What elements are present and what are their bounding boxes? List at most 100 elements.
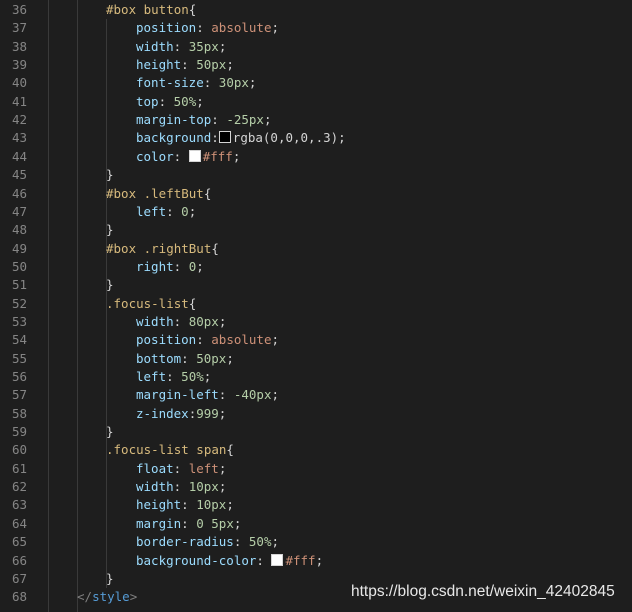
line-number: 53	[11, 313, 27, 329]
color-swatch-icon[interactable]	[271, 553, 284, 566]
code-line[interactable]: 50 right: 0;	[0, 258, 632, 276]
code-token: {	[211, 240, 219, 256]
code-token: ;	[263, 112, 272, 128]
code-token: :	[166, 203, 182, 219]
code-line[interactable]: 42 margin-top: -25px;	[0, 111, 632, 129]
code-token: ;	[271, 20, 280, 36]
line-number: 50	[11, 258, 27, 274]
code-line[interactable]: 40 font-size: 30px;	[0, 74, 632, 92]
code-token: ;	[226, 497, 234, 513]
line-number: 55	[11, 350, 27, 366]
code-line[interactable]: 45}	[0, 166, 632, 184]
code-line[interactable]: 54 position: absolute;	[0, 331, 632, 349]
code-line[interactable]: 64 margin: 0 5px;	[0, 515, 632, 533]
line-number: 40	[11, 75, 27, 91]
code-line[interactable]: 36 #box button{	[0, 1, 632, 19]
code-token: ;	[271, 332, 280, 348]
code-line[interactable]: 56 left: 50%;	[0, 368, 632, 386]
code-token: position	[136, 20, 197, 36]
code-line[interactable]: 65 border-radius: 50%;	[0, 533, 632, 551]
code-token: :	[233, 534, 249, 550]
code-line[interactable]: 44 color: #fff;	[0, 148, 632, 166]
line-number: 46	[11, 185, 27, 201]
code-text: }	[106, 423, 114, 441]
code-line[interactable]: 63 height: 10px;	[0, 496, 632, 514]
code-token: #fff	[202, 148, 233, 164]
code-token: :	[173, 148, 189, 164]
code-token: :	[203, 75, 219, 91]
line-number: 45	[11, 167, 27, 183]
code-line[interactable]: 47 left: 0;	[0, 203, 632, 221]
code-token: 35px	[188, 38, 219, 54]
code-line[interactable]: 52 .focus-list{	[0, 295, 632, 313]
code-token: ;	[196, 93, 204, 109]
code-token: 50px	[196, 57, 227, 73]
code-token: :	[181, 497, 197, 513]
code-token: {	[188, 295, 197, 311]
code-token: ;	[188, 203, 197, 219]
code-text: z-index:999;	[136, 405, 226, 423]
code-token: {	[188, 2, 197, 17]
code-line[interactable]: 58 z-index:999;	[0, 405, 632, 423]
code-line[interactable]: 38 width: 35px;	[0, 38, 632, 56]
code-line[interactable]: 39 height: 50px;	[0, 56, 632, 74]
code-token: 50%	[173, 93, 197, 109]
code-token: {	[203, 185, 212, 201]
code-token: ;	[232, 148, 241, 164]
line-number: 57	[11, 387, 27, 403]
code-token: }	[106, 167, 114, 183]
line-number: 42	[11, 112, 27, 128]
code-token: </	[77, 589, 93, 605]
code-line[interactable]: 66 background-color: #fff;	[0, 552, 632, 570]
code-token: }	[106, 570, 114, 586]
code-token: font-size	[136, 75, 204, 91]
code-line[interactable]: 55 bottom: 50px;	[0, 350, 632, 368]
code-line[interactable]: 53 width: 80px;	[0, 313, 632, 331]
line-number: 56	[11, 369, 27, 384]
code-line[interactable]: 59}	[0, 423, 632, 441]
code-editor[interactable]: 36 #box button{37 position: absolute; 38 wid…	[0, 0, 632, 612]
code-line[interactable]: 60 .focus-list span{	[0, 441, 632, 459]
code-token: top	[136, 93, 159, 109]
code-line[interactable]: 49 #box .rightBut{	[0, 240, 632, 258]
code-line[interactable]: 41 top: 50%;	[0, 93, 632, 111]
code-token: :	[181, 515, 197, 531]
code-token: ;	[196, 258, 204, 274]
code-line[interactable]: 62 width: 10px;	[0, 478, 632, 496]
code-token: bottom	[136, 350, 182, 366]
code-token: style	[92, 589, 130, 605]
code-token: ;	[233, 515, 242, 531]
line-number: 54	[11, 332, 27, 348]
code-token: :	[181, 350, 197, 366]
color-swatch-icon[interactable]	[218, 131, 231, 144]
code-token: #box .rightBut	[106, 240, 212, 256]
code-text: .focus-list{	[106, 295, 196, 313]
code-token: margin	[136, 515, 182, 531]
line-number: 49	[11, 240, 27, 256]
code-text: right: 0;	[136, 258, 204, 276]
code-text: color: #fff;	[136, 148, 240, 166]
color-swatch-icon[interactable]	[188, 149, 201, 162]
code-token: height	[136, 57, 182, 73]
code-line[interactable]: 51}	[0, 276, 632, 294]
code-token: rgba(0,0,0,.3)	[232, 130, 339, 146]
code-token: z-index	[136, 405, 189, 421]
line-number: 43	[11, 130, 27, 146]
code-token: color	[136, 148, 174, 164]
line-number: 68	[11, 589, 27, 605]
code-line[interactable]: 57 margin-left: -40px;	[0, 386, 632, 404]
code-token: margin-top	[136, 112, 212, 128]
code-token: 10px	[196, 497, 227, 513]
code-line[interactable]: 48}	[0, 221, 632, 239]
code-token: }	[106, 222, 114, 238]
code-text: font-size: 30px;	[136, 74, 256, 92]
code-token: :	[173, 479, 189, 495]
code-token: margin-left	[136, 387, 219, 403]
code-token: width	[136, 313, 174, 329]
code-text: float: left;	[136, 460, 226, 478]
code-line[interactable]: 37 position: absolute;	[0, 19, 632, 37]
code-line[interactable]: 43 background: rgba(0,0,0,.3);	[0, 129, 632, 147]
code-line[interactable]: 46 #box .leftBut{	[0, 185, 632, 203]
code-token: absolute	[211, 20, 272, 36]
code-line[interactable]: 61 float: left;	[0, 460, 632, 478]
